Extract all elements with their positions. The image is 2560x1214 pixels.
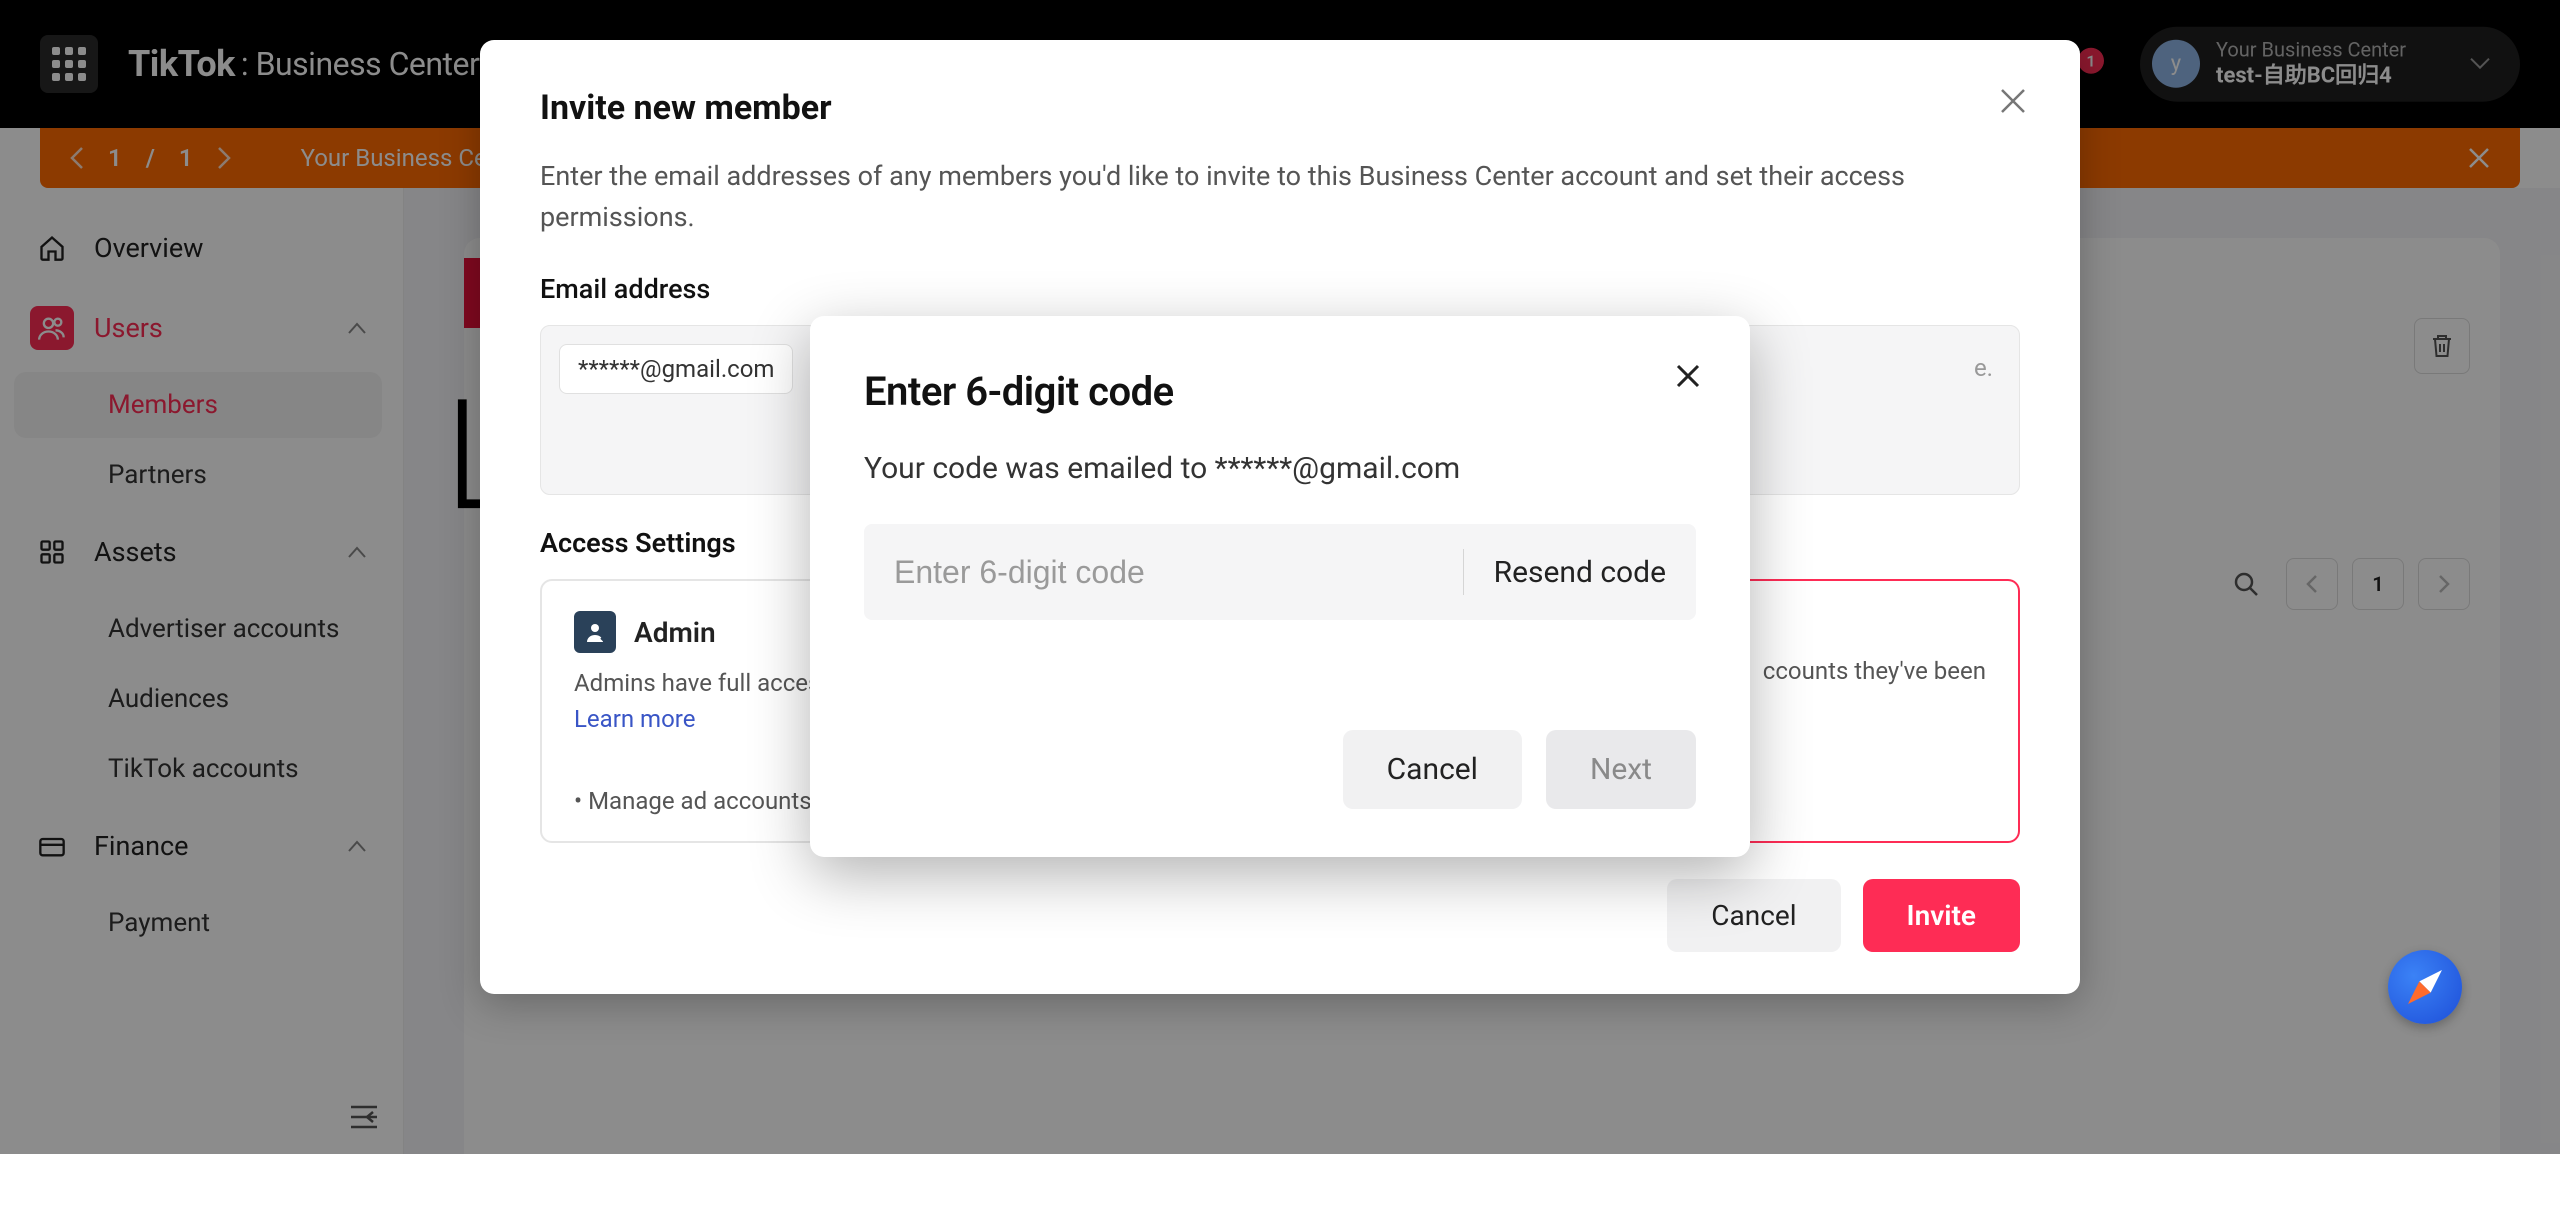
divider	[1463, 549, 1464, 595]
code-input[interactable]	[894, 554, 1433, 591]
code-next-button[interactable]: Next	[1546, 730, 1696, 809]
admin-perm-1: Manage ad accounts	[574, 787, 812, 815]
onboarding-compass[interactable]: 0/3	[2388, 950, 2510, 1024]
code-input-row: Resend code	[864, 524, 1696, 620]
email-chip[interactable]: ******@gmail.com	[559, 344, 793, 394]
role-admin-title: Admin	[634, 616, 716, 649]
code-cancel-button[interactable]: Cancel	[1343, 730, 1522, 809]
invite-modal-close-button[interactable]	[2000, 88, 2026, 114]
role-admin-desc: Admins have full acces	[574, 669, 820, 697]
code-modal-close-button[interactable]	[1676, 364, 1700, 388]
learn-more-link[interactable]: Learn more	[574, 705, 695, 733]
email-placeholder-tail: e.	[1974, 344, 2001, 382]
role-standard-desc: ccounts they've been	[1763, 657, 1986, 685]
admin-icon	[574, 611, 616, 653]
invite-cancel-button[interactable]: Cancel	[1667, 879, 1840, 952]
code-modal-message: Your code was emailed to ******@gmail.co…	[864, 451, 1696, 486]
invite-submit-button[interactable]: Invite	[1863, 879, 2020, 952]
resend-code-button[interactable]: Resend code	[1494, 555, 1666, 590]
email-label: Email address	[540, 273, 2020, 305]
invite-modal-subtitle: Enter the email addresses of any members…	[540, 156, 1940, 237]
compass-icon	[2388, 950, 2462, 1024]
code-modal: Enter 6-digit code Your code was emailed…	[810, 316, 1750, 857]
invite-modal-title: Invite new member	[540, 88, 2020, 128]
code-modal-title: Enter 6-digit code	[864, 368, 1696, 415]
